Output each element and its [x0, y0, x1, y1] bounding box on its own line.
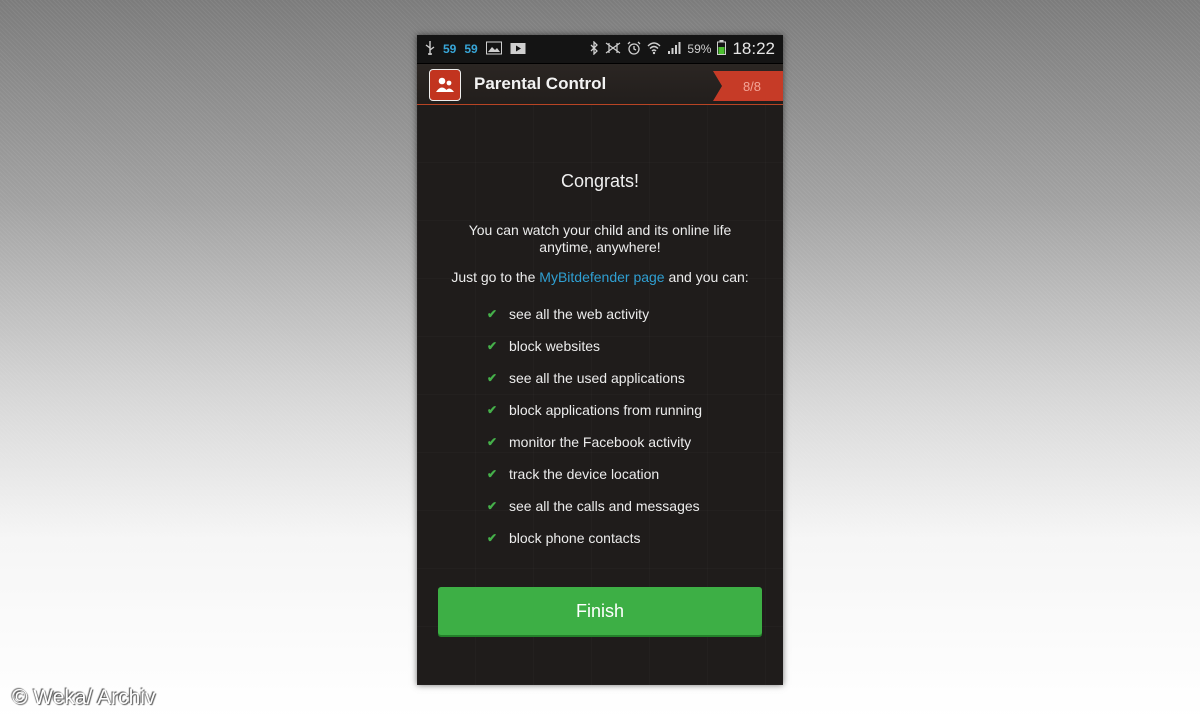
notification-count-1: 59 [443, 42, 457, 56]
feature-label: see all the web activity [509, 306, 650, 322]
app-title: Parental Control [474, 74, 607, 93]
feature-label: block phone contacts [509, 530, 641, 546]
list-item: ✔ track the device location [487, 466, 702, 498]
checkmark-icon: ✔ [487, 339, 498, 353]
feature-label: monitor the Facebook activity [509, 434, 692, 450]
instruction-text: Just go to the MyBitdefender page and yo… [417, 269, 783, 285]
checkmark-icon: ✔ [487, 531, 498, 545]
list-item: ✔ see all the web activity [487, 306, 702, 338]
checkmark-icon: ✔ [487, 435, 498, 449]
battery-icon [717, 40, 727, 58]
parental-control-app-icon [429, 69, 461, 101]
content-area: Congrats! You can watch your child and i… [417, 105, 783, 685]
image-icon [485, 41, 502, 58]
feature-label: block websites [509, 338, 601, 354]
copyright-watermark: © Weka/ Archiv [12, 686, 156, 709]
checkmark-icon: ✔ [487, 403, 498, 417]
checkmark-icon: ✔ [487, 307, 498, 321]
feature-label: track the device location [509, 466, 660, 482]
list-item: ✔ see all the used applications [487, 370, 702, 402]
instruction-prefix: Just go to the [451, 269, 540, 285]
mybitdefender-link[interactable]: MyBitdefender page [539, 269, 664, 285]
nfc-icon [605, 42, 621, 57]
feature-label: block applications from running [509, 402, 702, 418]
list-item: ✔ block applications from running [487, 402, 702, 434]
notification-count-2: 59 [464, 42, 478, 56]
finish-button[interactable]: Finish [438, 587, 762, 635]
list-item: ✔ see all the calls and messages [487, 498, 702, 530]
checkmark-icon: ✔ [487, 467, 498, 481]
signal-icon [667, 41, 681, 58]
instruction-suffix: and you can: [664, 269, 749, 285]
step-indicator-label: 8/8 [742, 78, 762, 94]
congrats-heading: Congrats! [560, 171, 640, 191]
clock: 18:22 [732, 39, 775, 58]
usb-icon [425, 40, 435, 58]
step-indicator: 8/8 [713, 71, 783, 101]
bluetooth-icon [589, 39, 599, 58]
checkmark-icon: ✔ [487, 371, 498, 385]
feature-label: see all the calls and messages [509, 498, 700, 514]
intro-text: You can watch your child and its online … [468, 222, 732, 255]
checkmark-icon: ✔ [487, 499, 498, 513]
feature-label: see all the used applications [509, 370, 685, 386]
feature-list: ✔ see all the web activity ✔ block website… [487, 306, 702, 562]
play-store-icon [510, 41, 526, 58]
list-item: ✔ block phone contacts [487, 530, 702, 562]
list-item: ✔ monitor the Facebook activity [487, 434, 702, 466]
wifi-icon [647, 41, 661, 58]
list-item: ✔ block websites [487, 338, 702, 370]
status-bar: 59 59 59% 18:22 [417, 35, 783, 64]
alarm-icon [627, 41, 641, 58]
phone-screen: 59 59 59% 18:22 Parental Control 8/8 Con… [417, 35, 783, 685]
app-header: Parental Control 8/8 [417, 64, 783, 106]
battery-percentage: 59% [687, 42, 712, 56]
